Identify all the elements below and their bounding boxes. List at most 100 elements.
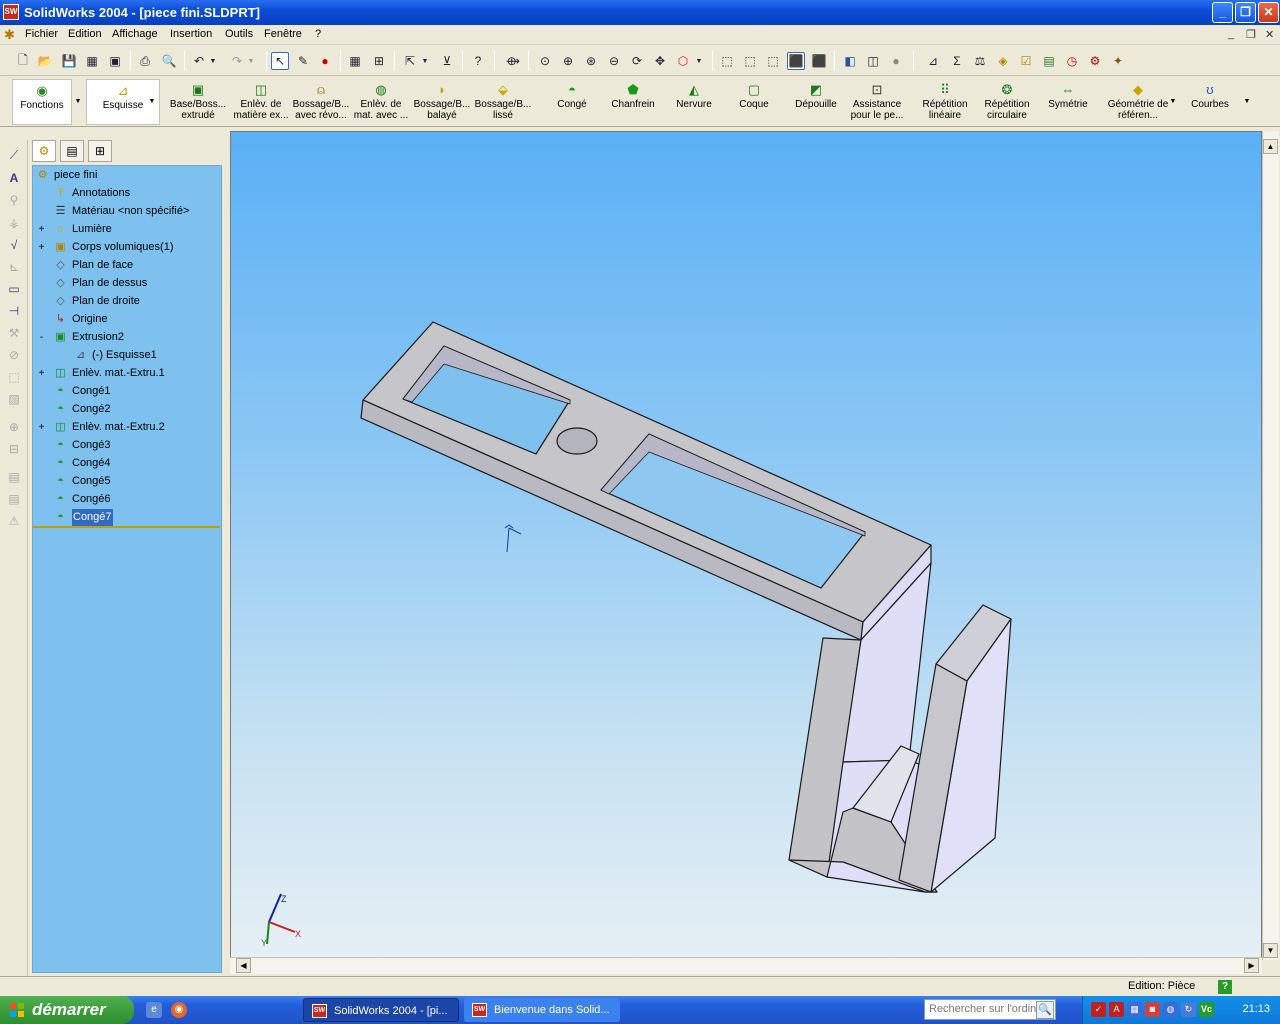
hidden-lines-visible-icon[interactable]: ⬚ [741,52,759,70]
menu-affichage[interactable]: Affichage [112,28,158,40]
datum-feature-icon[interactable]: ⊣ [6,304,22,320]
geometric-tolerance-icon[interactable]: ▭ [6,282,22,298]
equations-icon[interactable]: Σ [948,52,966,70]
hole-callout-icon[interactable]: ⊘ [6,348,22,364]
features-dropdown-icon[interactable]: ▼ [74,79,82,125]
zoom-in-out-icon[interactable]: ⊛ [582,52,600,70]
draft-button[interactable]: ◩ Dépouille [790,79,842,125]
linear-pattern-button[interactable]: ⠿ Répétition linéaire [918,79,972,125]
open-icon[interactable]: 📂 [36,52,54,70]
scroll-left-icon[interactable]: ◀ [236,958,251,973]
tree-expander-icon[interactable]: + [37,365,46,382]
circular-pattern-button[interactable]: ❂ Répétition circulaire [980,79,1034,125]
curves-dropdown-icon[interactable]: ▼ [1242,79,1252,125]
horizontal-scrollbar[interactable]: ◀ ▶ [230,957,1262,974]
zoom-area-icon[interactable]: ⊕ [559,52,577,70]
lofted-boss-button[interactable]: ⬙ Bossage/B... lissé [474,79,532,125]
menu-insertion[interactable]: Insertion [170,28,212,40]
redo-icon[interactable]: ↷ [228,52,246,70]
undo-dropdown-icon[interactable]: ▼ [208,52,218,70]
scroll-down-icon[interactable]: ▼ [1263,943,1278,958]
scroll-right-icon[interactable]: ▶ [1244,958,1259,973]
menu-fenetre[interactable]: Fenêtre [264,28,302,40]
tray-pdf-icon[interactable]: A [1109,1002,1124,1017]
menu-edition[interactable]: Edition [68,28,102,40]
filter-dropdown-icon[interactable]: ▼ [420,52,430,70]
rib-button[interactable]: ◭ Nervure [670,79,718,125]
property-manager-tab[interactable]: ▤ [60,140,84,162]
features-tab[interactable]: ◉ Fonctions [12,79,72,125]
section-view-icon[interactable]: ◧ [841,52,859,70]
macro-icon[interactable]: ✦ [1109,52,1127,70]
search-icon[interactable]: 🔍 [1036,1001,1054,1019]
cosmetic-thread-icon[interactable]: ⬚ [6,370,22,386]
new-document-icon[interactable]: 🗋 [14,52,32,70]
start-button[interactable]: démarrer [0,996,134,1024]
print-preview-icon[interactable]: 🔍 [160,52,178,70]
undo-icon[interactable]: ↶ [190,52,208,70]
scroll-up-icon[interactable]: ▲ [1263,139,1278,154]
views-dropdown-icon[interactable]: ▼ [694,52,704,70]
make-assembly-icon[interactable]: ▣ [106,52,124,70]
balloon-icon[interactable]: ⚲ [6,193,22,209]
save-icon[interactable]: 💾 [60,52,78,70]
standard-views-icon[interactable]: ⬡ [674,52,692,70]
rollback-bar[interactable] [33,526,220,528]
tray-volume-icon[interactable]: ◍ [1163,1002,1178,1017]
revolved-boss-button[interactable]: ⍝ Bossage/B... avec révo... [290,79,352,125]
chamfer-button[interactable]: ⬟ Chanfrein [606,79,660,125]
zoom-selection-icon[interactable]: ⊖ [605,52,623,70]
extruded-boss-button[interactable]: ▣ Base/Boss... extrudé [168,79,228,125]
rotate-icon[interactable]: ⟳ [628,52,646,70]
datum-target-icon[interactable]: ⚒ [6,326,22,342]
revolved-cut-button[interactable]: ◍ Enlèv. de mat. avec ... [352,79,410,125]
quick-launch-ie-icon[interactable]: e [146,1002,162,1018]
feature-manager-tab[interactable]: ⚙ [32,140,56,162]
part-model[interactable]: Z X Y [231,132,1262,960]
tree-expander-icon[interactable]: - [37,329,46,346]
weld-symbol-icon[interactable]: ⊾ [6,260,22,276]
help-icon[interactable]: ? [1218,980,1232,994]
tray-vc-icon[interactable]: Vc [1199,1002,1214,1017]
smart-dimension-icon[interactable]: ⟋ [6,148,22,164]
shaded-icon[interactable]: ⬛ [810,52,828,70]
multi-jog-leader-icon[interactable]: ⚠ [6,514,22,530]
redo-dropdown-icon[interactable]: ▼ [246,52,256,70]
reference-geometry-dropdown-icon[interactable]: ▼ [1168,79,1178,125]
view-orientation-icon[interactable]: ⟴ [504,52,522,70]
help-question-icon[interactable]: ? [469,52,487,70]
pan-icon[interactable]: ✥ [651,52,669,70]
swept-boss-button[interactable]: ◗ Bossage/B... balayé [412,79,472,125]
check-icon[interactable]: ☑ [1017,52,1035,70]
mass-properties-icon[interactable]: ⚖ [971,52,989,70]
grid-options-icon[interactable]: ▦ [346,52,364,70]
tree-expander-icon[interactable]: + [37,221,46,238]
menu-fichier[interactable]: Fichier [25,28,58,40]
wireframe-icon[interactable]: ⬚ [718,52,736,70]
print-icon[interactable]: ⎙ [136,52,154,70]
doc-restore-button[interactable]: ❐ [1246,28,1256,41]
tree-expander-icon[interactable]: + [37,239,46,256]
curves-button[interactable]: ʊ Courbes [1186,79,1234,125]
app-menu-icon[interactable]: ✱ [4,27,15,43]
fillet-button[interactable]: ◓ Congé [548,79,596,125]
centerline-icon[interactable]: ⊟ [6,442,22,458]
vertical-scrollbar[interactable]: ▲ ▼ [1262,131,1279,960]
surface-finish-icon[interactable]: √ [6,238,22,254]
block-icon[interactable]: ▤ [6,470,22,486]
revision-symbol-icon[interactable]: ▤ [6,492,22,508]
tray-sync-icon[interactable]: ↻ [1181,1002,1196,1017]
doc-minimize-button[interactable]: _ [1228,28,1234,40]
sketch-dropdown-icon[interactable]: ▼ [147,79,157,125]
hidden-lines-removed-icon[interactable]: ⬚ [764,52,782,70]
mirror-button[interactable]: ⇔ Symétrie [1044,79,1092,125]
perspective-icon[interactable]: ◫ [864,52,882,70]
task-welcome[interactable]: SW Bienvenue dans Solid... [464,998,620,1022]
menu-outils[interactable]: Outils [225,28,253,40]
table-options-icon[interactable]: ⊞ [370,52,388,70]
reference-geometry-button[interactable]: ◆ Géométrie de référen... [1106,79,1170,125]
configuration-manager-tab[interactable]: ⊞ [88,140,112,162]
note-icon[interactable]: A [6,171,22,187]
tray-antivirus-icon[interactable]: ✓ [1091,1002,1106,1017]
shell-button[interactable]: ▢ Coque [732,79,776,125]
